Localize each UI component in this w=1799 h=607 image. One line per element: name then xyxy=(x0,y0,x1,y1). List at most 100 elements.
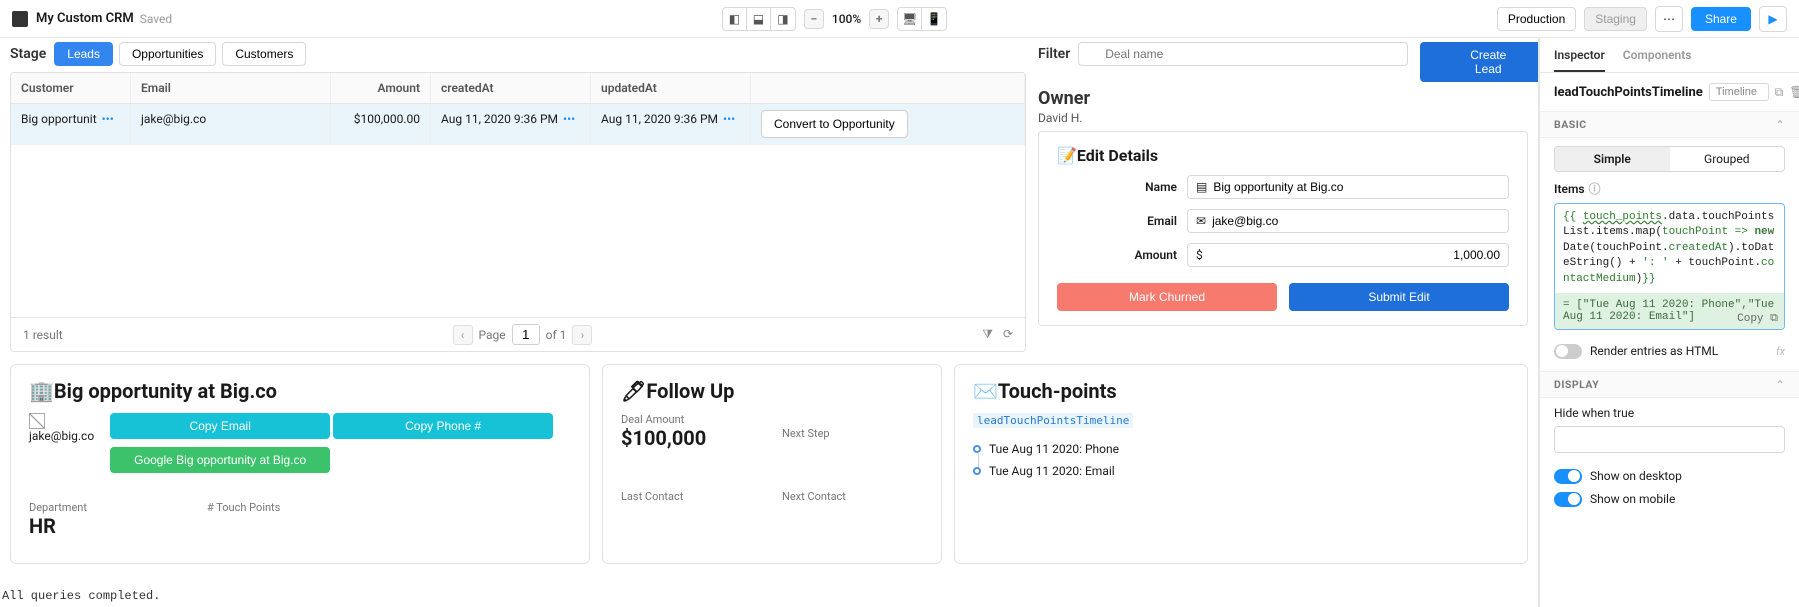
deal-amount-label: Deal Amount xyxy=(621,413,762,426)
avatar-placeholder-icon xyxy=(29,413,45,429)
google-lead-button[interactable]: Google Big opportunity at Big.co xyxy=(110,447,330,473)
amount-label: Amount xyxy=(1057,248,1177,262)
component-type-input[interactable] xyxy=(1709,83,1769,101)
grid-header-createdat[interactable]: createdAt xyxy=(431,73,591,103)
edit-title: 📝Edit Details xyxy=(1057,146,1509,165)
timeline-component-tag[interactable]: leadTouchPointsTimeline xyxy=(973,413,1133,428)
mobile-icon[interactable]: 📱 xyxy=(922,8,946,30)
stage-tab-leads[interactable]: Leads xyxy=(54,42,113,66)
page-input[interactable] xyxy=(512,324,540,345)
run-button[interactable]: ▶ xyxy=(1759,6,1787,32)
convert-to-opportunity-button[interactable]: Convert to Opportunity xyxy=(761,110,908,138)
items-mode-toggle[interactable]: Simple Grouped xyxy=(1554,146,1785,172)
grid-header-email[interactable]: Email xyxy=(131,73,331,103)
table-row[interactable]: Big opportunit •••jake@big.co$100,000.00… xyxy=(11,104,1025,145)
mail-icon: ✉ xyxy=(1196,214,1206,228)
grid-header-amount[interactable]: Amount xyxy=(331,73,431,103)
edit-details-panel: 📝Edit Details Name ▤ Email ✉ xyxy=(1038,131,1528,326)
layout-right-icon[interactable]: ◨ xyxy=(771,8,795,30)
render-html-switch[interactable] xyxy=(1554,344,1582,359)
create-lead-button[interactable]: Create Lead xyxy=(1420,42,1539,82)
device-switcher[interactable]: 🖥 📱 xyxy=(897,7,947,31)
copy-phone-button[interactable]: Copy Phone # xyxy=(333,413,553,439)
expand-cell-icon[interactable]: ••• xyxy=(718,112,737,126)
component-name[interactable]: leadTouchPointsTimeline xyxy=(1554,85,1703,100)
env-staging-button[interactable]: Staging xyxy=(1584,7,1647,31)
items-code-editor[interactable]: {{ touch_points.data.touchPointsList.ite… xyxy=(1554,203,1785,330)
show-mobile-label: Show on mobile xyxy=(1590,492,1675,506)
saved-indicator: Saved xyxy=(140,12,172,26)
copy-result-button[interactable]: Copy ⧉ xyxy=(1737,313,1778,325)
hide-when-true-input[interactable] xyxy=(1554,426,1785,453)
prev-page-button[interactable]: ‹ xyxy=(453,325,473,345)
touchpoints-count-label: # Touch Points xyxy=(207,501,280,514)
lead-summary-card: 🏢Big opportunity at Big.co jake@big.co C… xyxy=(10,364,590,564)
owner-name: David H. xyxy=(1038,111,1528,131)
stage-label: Stage xyxy=(10,46,46,62)
expand-cell-icon[interactable]: ••• xyxy=(97,112,116,126)
chevron-up-icon[interactable]: ⌃ xyxy=(1776,378,1785,391)
refresh-icon[interactable]: ⟳ xyxy=(1003,327,1013,342)
zoom-out-button[interactable]: − xyxy=(804,9,824,29)
more-menu-button[interactable]: ⋯ xyxy=(1655,6,1683,32)
grouped-toggle[interactable]: Grouped xyxy=(1670,147,1785,171)
app-logo xyxy=(12,11,28,27)
show-mobile-switch[interactable] xyxy=(1554,492,1582,507)
mark-churned-button[interactable]: Mark Churned xyxy=(1057,283,1277,311)
next-contact-label: Next Contact xyxy=(782,490,923,503)
grid-header-customer[interactable]: Customer xyxy=(11,73,131,103)
env-production-button[interactable]: Production xyxy=(1497,7,1576,31)
zoom-percent: 100% xyxy=(828,12,865,26)
touchpoints-card: ✉️Touch-points leadTouchPointsTimeline T… xyxy=(954,364,1528,564)
lead-title: 🏢Big opportunity at Big.co xyxy=(29,379,571,403)
dept-value: HR xyxy=(29,514,87,538)
show-desktop-switch[interactable] xyxy=(1554,469,1582,484)
delete-icon[interactable]: 🗑 xyxy=(1789,83,1799,101)
email-label: Email xyxy=(1057,214,1177,228)
amount-input[interactable] xyxy=(1209,248,1500,262)
stage-tab-customers[interactable]: Customers xyxy=(222,42,306,66)
components-tab[interactable]: Components xyxy=(1623,48,1692,72)
layout-left-icon[interactable]: ◧ xyxy=(723,8,747,30)
section-basic-header[interactable]: BASIC xyxy=(1554,118,1587,131)
hide-when-true-label: Hide when true xyxy=(1554,406,1785,420)
email-input[interactable] xyxy=(1212,214,1500,228)
desktop-icon[interactable]: 🖥 xyxy=(898,8,922,30)
fx-icon[interactable]: fx xyxy=(1776,345,1785,358)
layout-bottom-icon[interactable]: ⬓ xyxy=(747,8,771,30)
timeline-item: Tue Aug 11 2020: Email xyxy=(973,460,1509,482)
grid-header-updatedat[interactable]: updatedAt xyxy=(591,73,751,103)
inspector-panel: Inspector Components leadTouchPointsTime… xyxy=(1539,38,1799,607)
filter-input[interactable] xyxy=(1078,42,1408,66)
timeline-dot-icon xyxy=(973,445,981,453)
result-count: 1 result xyxy=(23,328,63,342)
name-input[interactable] xyxy=(1213,180,1500,194)
name-label: Name xyxy=(1057,180,1177,194)
leads-grid: CustomerEmailAmountcreatedAtupdatedAt Bi… xyxy=(10,72,1026,352)
share-button[interactable]: Share xyxy=(1691,7,1751,31)
chevron-up-icon[interactable]: ⌃ xyxy=(1776,118,1785,131)
timeline-dot-icon xyxy=(973,467,981,475)
timeline-text: Tue Aug 11 2020: Phone xyxy=(989,442,1119,456)
zoom-in-button[interactable]: + xyxy=(869,9,889,29)
filter-label: Filter xyxy=(1038,46,1070,62)
stage-tab-opportunities[interactable]: Opportunities xyxy=(119,42,216,66)
info-icon[interactable]: ⓘ xyxy=(1589,180,1601,197)
copy-email-button[interactable]: Copy Email xyxy=(110,413,330,439)
submit-edit-button[interactable]: Submit Edit xyxy=(1289,283,1509,311)
inspector-tab[interactable]: Inspector xyxy=(1554,48,1605,72)
next-page-button[interactable]: › xyxy=(572,325,592,345)
followup-title: 🖊Follow Up xyxy=(621,379,923,403)
deal-amount-value: $100,000 xyxy=(621,426,762,450)
expand-cell-icon[interactable]: ••• xyxy=(558,112,577,126)
section-display-header[interactable]: DISPLAY xyxy=(1554,378,1599,391)
layout-switcher[interactable]: ◧ ⬓ ◨ xyxy=(722,7,796,31)
show-desktop-label: Show on desktop xyxy=(1590,469,1682,483)
duplicate-icon[interactable]: ⧉ xyxy=(1775,83,1784,101)
dollar-icon: $ xyxy=(1196,248,1203,262)
dept-label: Department xyxy=(29,501,87,514)
cell-customer: Big opportunit ••• xyxy=(11,104,131,144)
filter-icon[interactable]: ⧩ xyxy=(982,327,993,342)
simple-toggle[interactable]: Simple xyxy=(1555,147,1670,171)
followup-card: 🖊Follow Up Deal Amount $100,000 Next Ste… xyxy=(602,364,942,564)
